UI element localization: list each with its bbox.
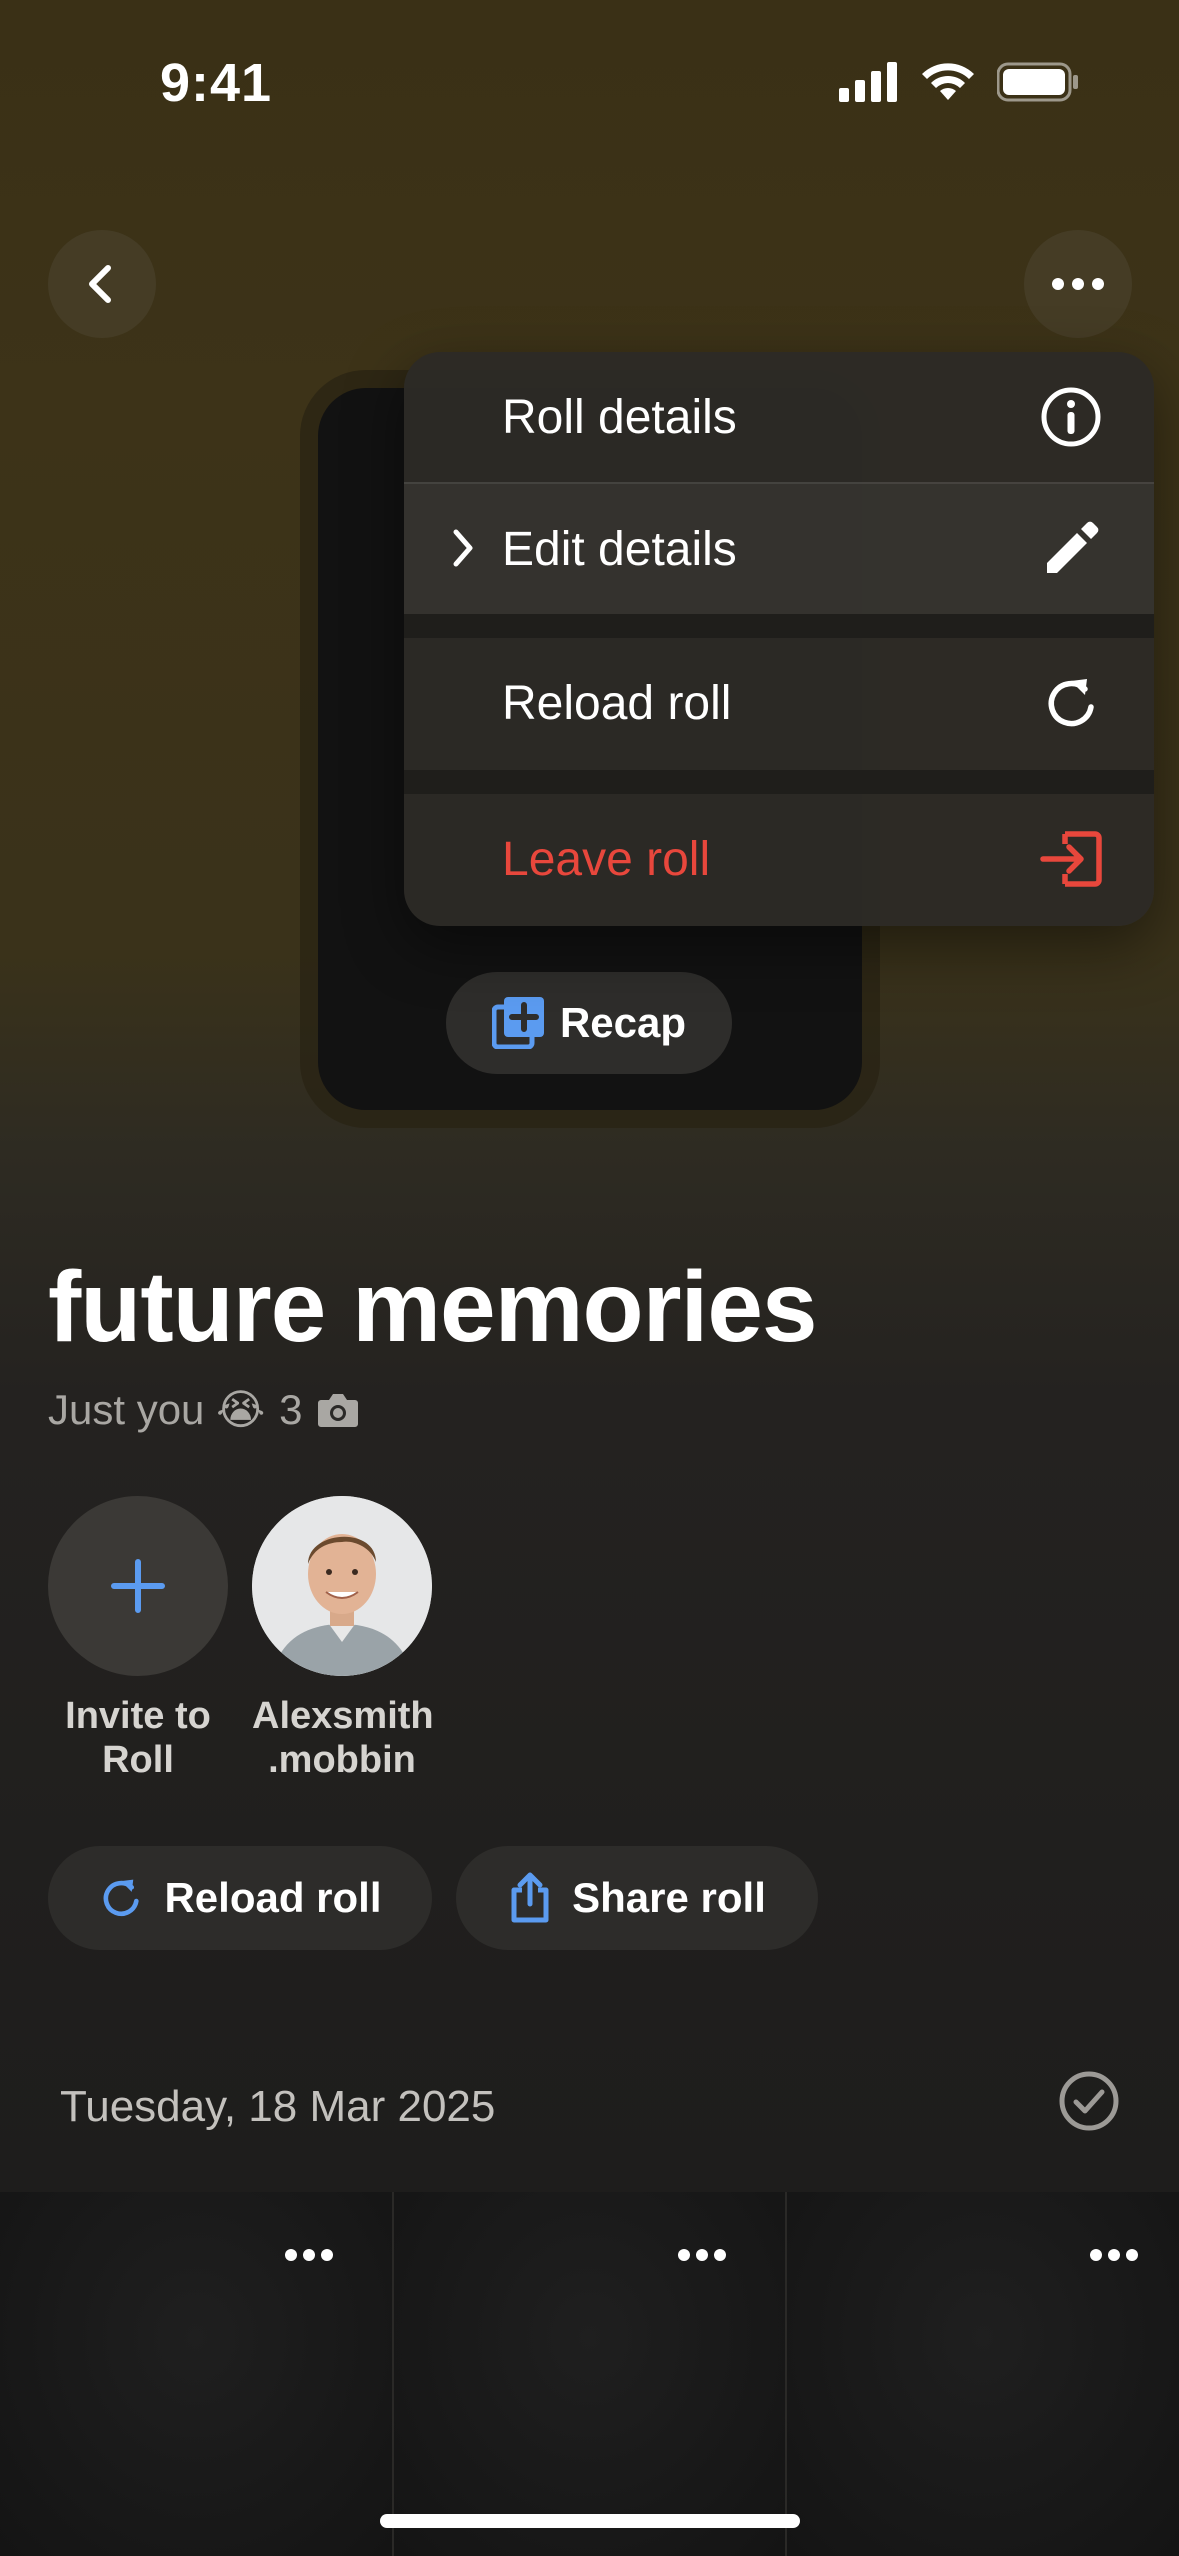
invite-to-roll-button[interactable]: Invite to Roll — [48, 1496, 228, 1782]
back-button[interactable] — [48, 230, 156, 338]
section-date: Tuesday, 18 Mar 2025 — [60, 2082, 496, 2131]
menu-item-label: Leave roll — [502, 832, 711, 886]
menu-item-reload-roll[interactable]: Reload roll — [404, 638, 1154, 768]
camera-icon — [317, 1393, 358, 1427]
select-check-icon[interactable] — [1058, 2070, 1120, 2132]
home-indicator — [380, 2514, 800, 2528]
status-time: 9:41 — [160, 53, 273, 113]
status-icons — [839, 62, 1079, 102]
share-icon — [511, 1872, 549, 1923]
photo-tile[interactable] — [787, 2192, 1179, 2556]
recap-icon — [491, 997, 544, 1049]
roll-options-menu: Roll details Edit details Reload roll Le… — [404, 352, 1154, 926]
invite-circle — [48, 1496, 228, 1676]
roll-members-text: Just you 😭 — [48, 1386, 266, 1433]
roll-screen: 9:41 Recap Roll details Edit details Rel… — [0, 0, 1179, 2556]
menu-item-edit-details[interactable]: Edit details — [404, 484, 1154, 614]
ellipsis-icon[interactable] — [284, 2248, 334, 2262]
reload-roll-button[interactable]: Reload roll — [48, 1846, 432, 1950]
avatar — [252, 1496, 432, 1676]
menu-divider — [404, 614, 1154, 638]
leave-icon — [1038, 826, 1104, 892]
participant-name: Invite to Roll — [65, 1695, 211, 1781]
share-roll-button[interactable]: Share roll — [456, 1846, 818, 1950]
avatar-photo — [252, 1496, 432, 1676]
share-roll-label: Share roll — [572, 1874, 766, 1921]
battery-icon — [997, 62, 1078, 102]
chevron-left-icon — [89, 265, 111, 303]
cellular-signal-icon — [839, 62, 897, 102]
reload-roll-label: Reload roll — [164, 1874, 382, 1921]
menu-item-roll-details[interactable]: Roll details — [404, 352, 1154, 484]
recap-label: Recap — [559, 999, 687, 1046]
menu-item-label: Edit details — [502, 522, 737, 576]
ellipsis-icon[interactable] — [1089, 2248, 1139, 2262]
menu-item-leave-roll[interactable]: Leave roll — [404, 794, 1154, 924]
chevron-right-icon — [453, 529, 473, 567]
participant-name: Alexsmith .mobbin — [252, 1695, 434, 1781]
photo-tile[interactable] — [393, 2192, 786, 2556]
wifi-icon — [922, 63, 974, 100]
roll-title: future memories — [48, 1251, 818, 1363]
plus-icon — [111, 1559, 165, 1613]
menu-divider — [404, 770, 1154, 794]
photo-tile[interactable] — [0, 2192, 392, 2556]
ellipsis-icon — [1052, 278, 1104, 290]
menu-item-label: Roll details — [502, 390, 737, 444]
info-icon — [1038, 384, 1104, 450]
photo-grid — [0, 2192, 1179, 2556]
menu-item-label: Reload roll — [502, 676, 732, 730]
recap-button[interactable]: Recap — [446, 972, 732, 1074]
ellipsis-icon[interactable] — [677, 2248, 727, 2262]
reload-icon — [104, 1879, 140, 1917]
participant-alexsmith[interactable]: Alexsmith .mobbin — [252, 1496, 434, 1782]
reload-icon — [1038, 670, 1104, 736]
more-options-button[interactable] — [1024, 230, 1132, 338]
pencil-icon — [1038, 516, 1104, 582]
roll-subtitle: Just you 😭 3 — [48, 1385, 359, 1434]
photo-count: 3 — [279, 1385, 303, 1433]
status-bar: 9:41 — [0, 0, 1179, 150]
